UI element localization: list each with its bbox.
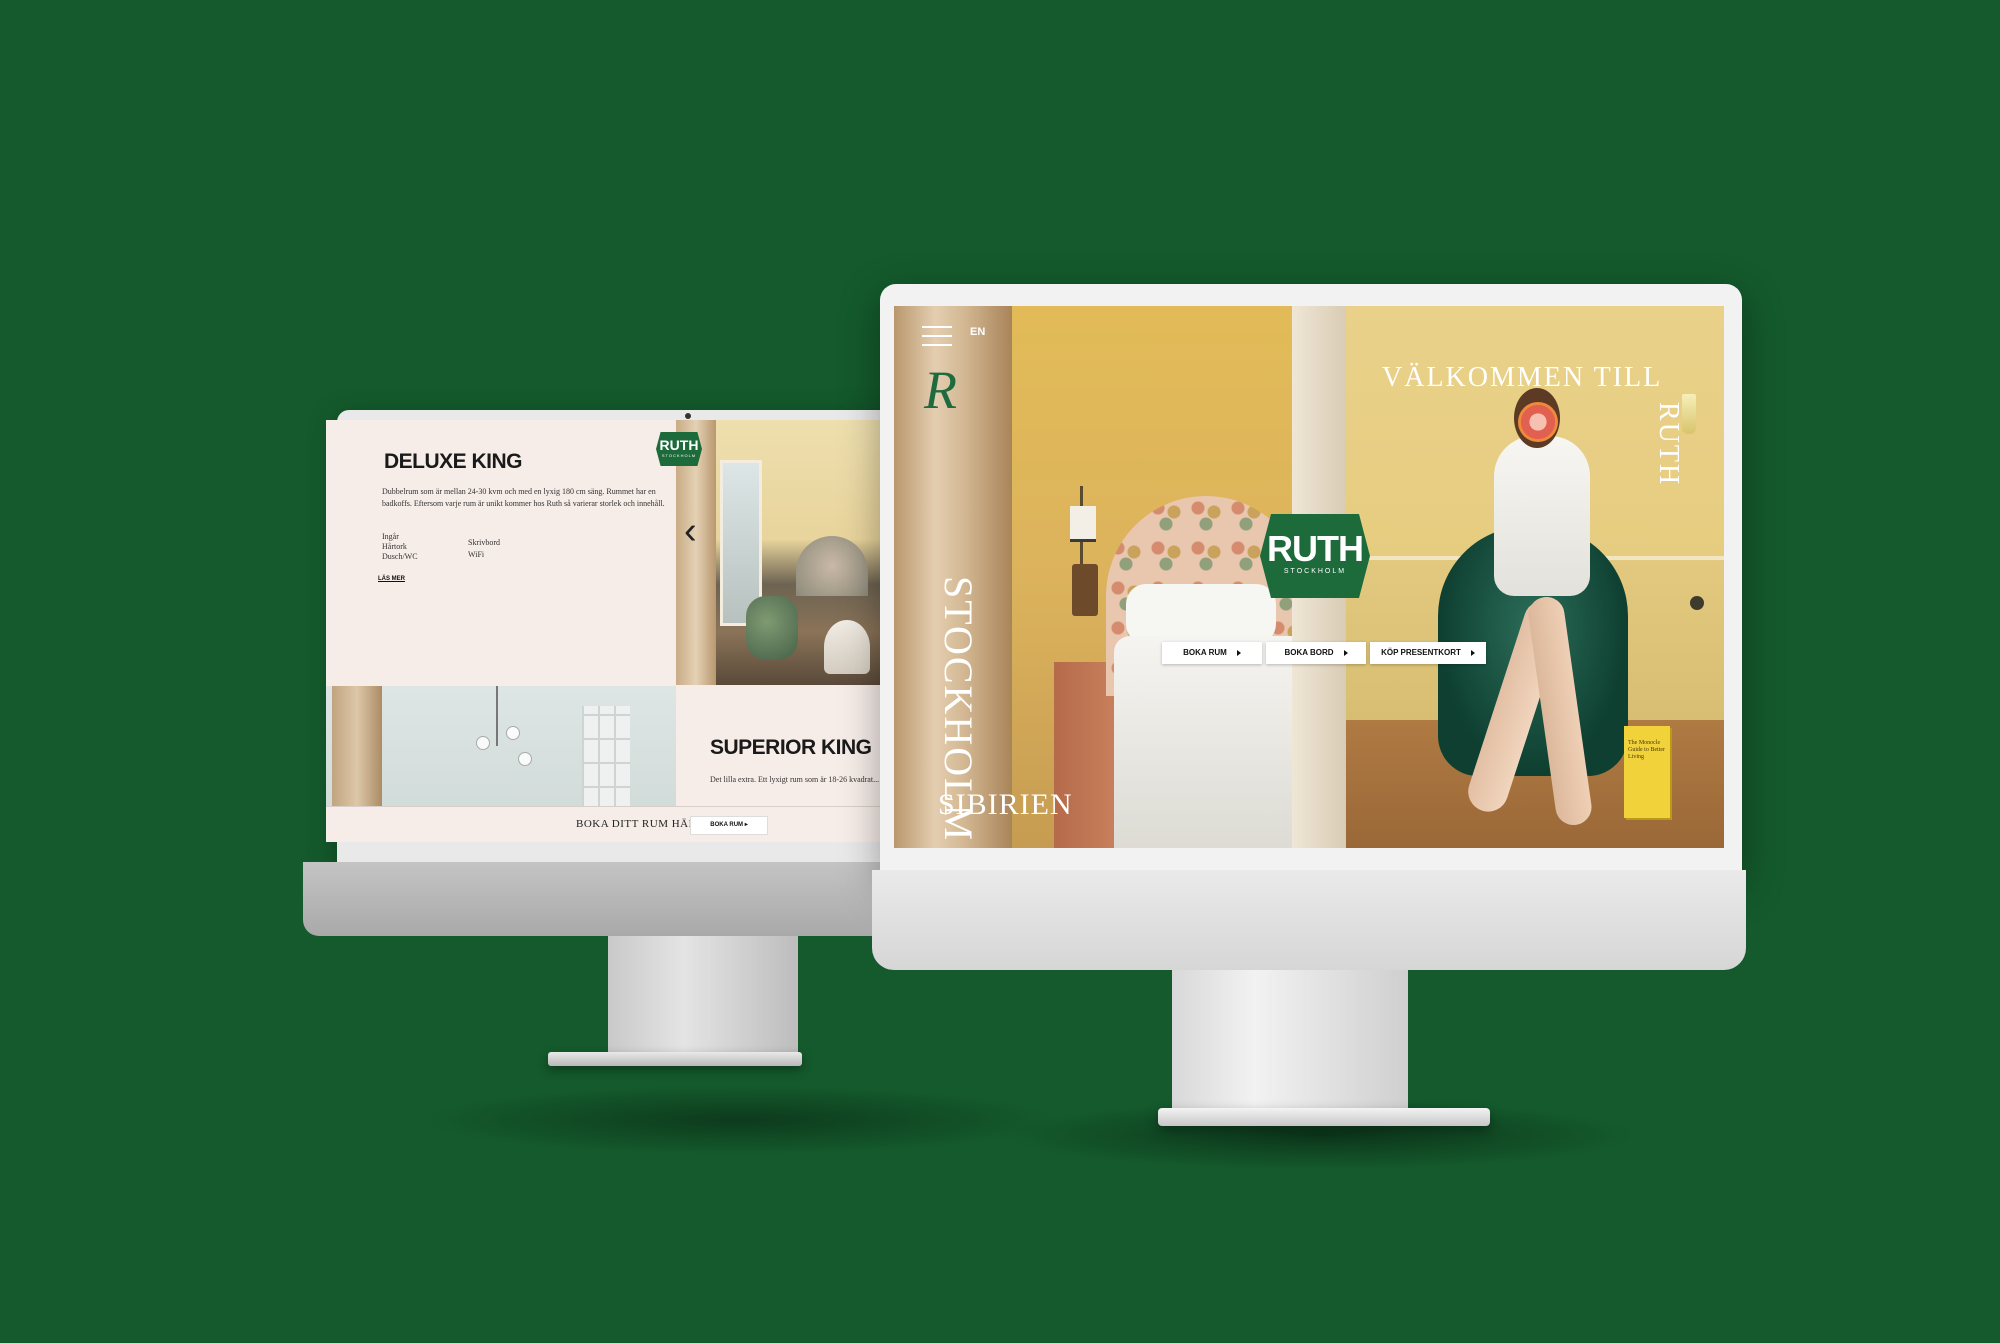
ruth-stockholm-logo[interactable]: RUTH STOCKHOLM (1260, 514, 1370, 598)
carousel-prev-arrow-icon[interactable]: ‹ (684, 512, 697, 550)
book-title: The Monocle Guide to Better Living (1628, 740, 1665, 760)
back-monitor-shadow (420, 1085, 1060, 1155)
logo-name: RUTH (1267, 528, 1364, 569)
bulb (476, 736, 490, 750)
front-monitor-stand (1172, 958, 1408, 1118)
arrow-right-icon (1236, 649, 1241, 656)
bulb (518, 752, 532, 766)
amenity-item: WiFi (468, 550, 485, 559)
hamburger-menu-icon[interactable] (922, 326, 952, 353)
amenity-item: Ingår (382, 532, 399, 541)
side-table (824, 620, 870, 674)
kop-presentkort-button[interactable]: KÖP PRESENTKORT (1370, 642, 1486, 664)
booking-bar: BOKA DITT RUM HÄR BOKA RUM ▸ (326, 806, 906, 842)
champagne-glass (1682, 394, 1696, 434)
bulb (506, 726, 520, 740)
wall-outlet (1690, 596, 1704, 610)
room-photo-deluxe (676, 420, 906, 685)
logo-name: RUTH (659, 437, 699, 453)
room-title-deluxe-king: DELUXE KING (384, 450, 523, 473)
boka-rum-label: BOKA RUM (710, 822, 744, 828)
front-monitor-foot (1158, 1108, 1490, 1126)
front-monitor-chin (872, 870, 1746, 970)
wall-socket (1072, 564, 1098, 616)
sibirien-text: SIBIRIEN (938, 788, 1073, 821)
boka-rum-button[interactable]: BOKA RUM ▸ (690, 816, 768, 835)
logo-sub: STOCKHOLM (661, 453, 697, 458)
amenity-item: Skrivbord (468, 538, 500, 547)
room-description-superior: Det lilla extra. Ett lyxigt rum som är 1… (710, 775, 906, 784)
back-monitor-foot (548, 1052, 802, 1066)
ruth-monogram-icon[interactable]: R (924, 360, 970, 420)
room-title-superior-king: SUPERIOR KING (710, 736, 872, 759)
arrow-right-icon (1343, 649, 1348, 656)
ruth-logo[interactable]: RUTH STOCKHOLM (656, 432, 702, 466)
armchair (746, 596, 798, 660)
headboard (796, 536, 868, 596)
welcome-heading: VÄLKOMMEN TILL (1382, 362, 1663, 393)
pillow (1126, 584, 1276, 644)
room-description: Dubbelrum som är mellan 24-30 kvm och me… (382, 487, 665, 508)
back-monitor-stand (608, 930, 798, 1058)
amenity-item: Dusch/WC (382, 552, 418, 561)
boka-bord-button[interactable]: BOKA BORD (1266, 642, 1366, 664)
boka-rum-label: BOKA RUM (1183, 648, 1227, 657)
boka-rum-button[interactable]: BOKA RUM (1162, 642, 1262, 664)
front-monitor-screen: The Monocle Guide to Better Living EN R … (894, 306, 1724, 848)
yellow-book: The Monocle Guide to Better Living (1624, 726, 1670, 818)
back-monitor-screen: DELUXE KING Dubbelrum som är mellan 24-3… (326, 420, 906, 842)
grapefruit (1518, 402, 1558, 442)
read-more-link[interactable]: LÄS MER (378, 576, 405, 582)
chandelier (496, 686, 498, 746)
arrow-right-icon (1470, 649, 1475, 656)
boka-bord-label: BOKA BORD (1284, 648, 1334, 657)
back-monitor-camera (685, 413, 691, 419)
welcome-name-vertical: RUTH (1653, 402, 1684, 487)
amenity-item: Hårtork (382, 542, 407, 551)
booking-bar-label: BOKA DITT RUM HÄR (576, 818, 697, 830)
language-switch[interactable]: EN (970, 326, 985, 338)
kop-presentkort-label: KÖP PRESENTKORT (1381, 648, 1461, 657)
lamp-shade (1070, 506, 1096, 542)
white-shirt (1494, 436, 1590, 596)
back-monitor-chin (303, 862, 907, 936)
